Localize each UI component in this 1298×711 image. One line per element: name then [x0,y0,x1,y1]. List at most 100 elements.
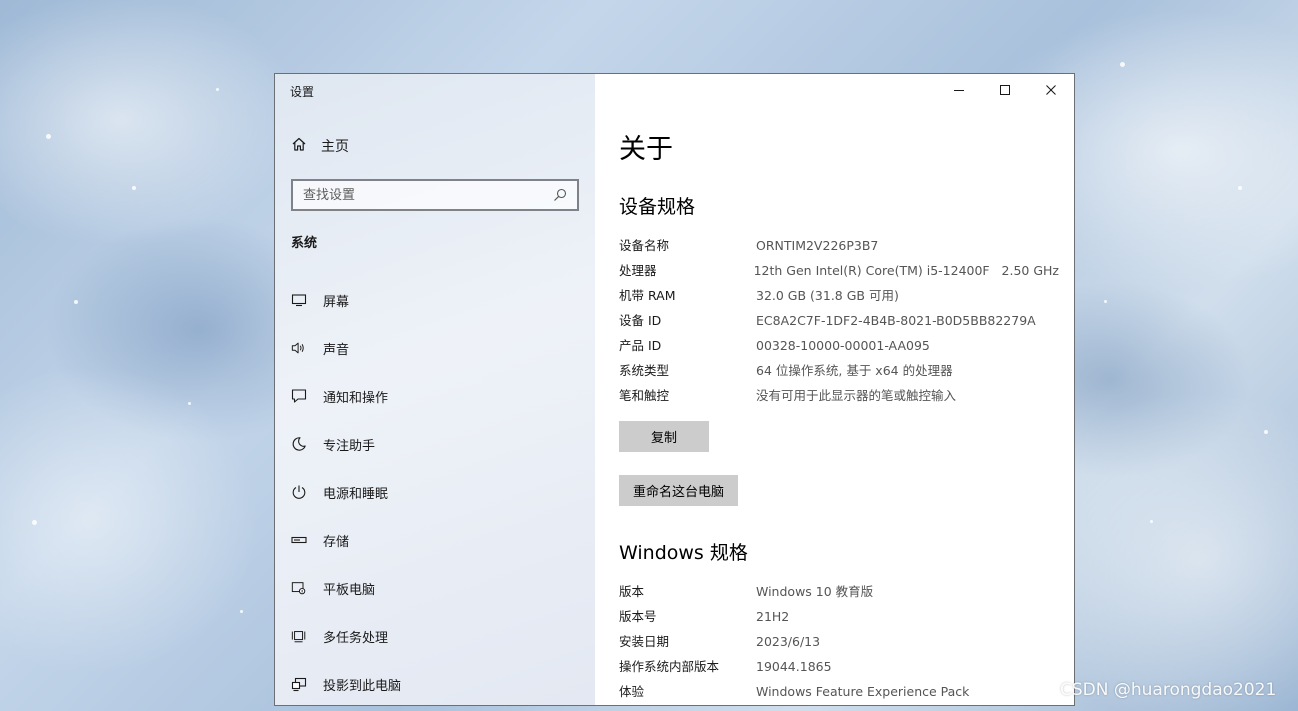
maximize-button[interactable] [982,74,1028,106]
spec-value: 12th Gen Intel(R) Core(TM) i5-12400F 2.5… [753,263,1059,278]
snowflake [32,520,37,525]
moon-icon [291,436,307,452]
sidebar-item-label: 电源和睡眠 [323,486,389,502]
sidebar-home[interactable]: 主页 [291,136,349,156]
page-title: 关于 [619,134,673,165]
sidebar-item-label: 平板电脑 [323,582,376,598]
spec-key: 安装日期 [619,634,670,649]
tablet-icon [291,580,307,596]
sidebar-item-sound[interactable]: 声音 [275,324,595,372]
spec-value: 64 位操作系统, 基于 x64 的处理器 [756,363,953,378]
rename-pc-button[interactable]: 重命名这台电脑 [619,475,739,506]
sidebar-item-label: 专注助手 [323,438,376,454]
spec-key: 系统类型 [619,363,670,378]
spec-value: 2023/6/13 [756,634,821,649]
sidebar-item-tablet[interactable]: 平板电脑 [275,564,595,612]
spec-key: 笔和触控 [619,388,670,403]
section-title: 系统 [291,236,318,251]
display-icon [291,292,307,308]
sidebar: 设置 主页 系统 屏幕 声 [275,74,595,705]
spec-value: 19044.1865 [756,659,832,674]
minimize-button[interactable] [936,74,982,106]
spec-row: 安装日期 2023/6/13 [619,629,1059,654]
spec-value: Windows Feature Experience Pack [756,684,970,699]
sidebar-item-display[interactable]: 屏幕 [275,276,595,324]
speaker-icon [291,340,307,356]
notification-icon [291,388,307,404]
spec-row: 设备 ID EC8A2C7F-1DF2-4B4B-8021-B0D5BB8227… [619,308,1059,333]
spec-value: Windows 10 教育版 [756,584,874,599]
snowflake [1120,62,1125,67]
snowflake [46,134,51,139]
caption-buttons [936,74,1074,106]
spec-value: 21H2 [756,609,790,624]
spec-value: 00328-10000-00001-AA095 [756,338,930,353]
maximize-icon [999,81,1011,100]
snowflake [132,186,136,190]
storage-icon [291,532,307,548]
spec-value: 32.0 GB (31.8 GB 可用) [756,288,899,303]
sidebar-item-power-sleep[interactable]: 电源和睡眠 [275,468,595,516]
spec-key: 设备名称 [619,238,670,253]
snowflake [188,402,191,405]
watermark: CSDN @huarongdao2021 [1060,680,1277,700]
snowflake [1238,186,1242,190]
spec-key: 体验 [619,684,645,699]
snowflake [1264,430,1268,434]
main-content: 关于 设备规格 设备名称 ORNTIM2V226P3B7 处理器 12th Ge… [595,74,1074,705]
spec-value: ORNTIM2V226P3B7 [756,238,879,253]
sidebar-item-label: 多任务处理 [323,630,389,646]
close-button[interactable] [1028,74,1074,106]
spec-row: 操作系统内部版本 19044.1865 [619,654,1059,679]
sidebar-item-notifications[interactable]: 通知和操作 [275,372,595,420]
close-icon [1045,81,1057,100]
spec-row: 系统类型 64 位操作系统, 基于 x64 的处理器 [619,358,1059,383]
spec-key: 操作系统内部版本 [619,659,720,674]
project-icon [291,676,307,692]
sidebar-item-focus-assist[interactable]: 专注助手 [275,420,595,468]
spec-value: EC8A2C7F-1DF2-4B4B-8021-B0D5BB82279A [756,313,1036,328]
spec-key: 版本号 [619,609,657,624]
spec-row: 体验 Windows Feature Experience Pack [619,679,1059,704]
copy-button[interactable]: 复制 [619,421,709,452]
spec-key: 处理器 [619,263,657,278]
sidebar-home-label: 主页 [321,139,349,155]
windows-specs-heading: Windows 规格 [619,542,748,564]
snowflake [240,610,243,613]
spec-key: 设备 ID [619,313,662,328]
spec-row: 版本号 21H2 [619,604,1059,629]
spec-row: 设备名称 ORNTIM2V226P3B7 [619,233,1059,258]
spec-row: 机带 RAM 32.0 GB (31.8 GB 可用) [619,283,1059,308]
windows-specs-table: 版本 Windows 10 教育版 版本号 21H2 安装日期 2023/6/1… [619,579,1059,704]
sidebar-item-label: 通知和操作 [323,390,389,406]
snowflake [1150,520,1153,523]
sidebar-item-storage[interactable]: 存储 [275,516,595,564]
sidebar-item-multitasking[interactable]: 多任务处理 [275,612,595,660]
snowflake [1104,300,1107,303]
power-icon [291,484,307,500]
home-icon [291,136,307,156]
snowflake [216,88,219,91]
search-box[interactable] [291,179,579,211]
spec-key: 版本 [619,584,645,599]
device-specs-heading: 设备规格 [619,196,696,218]
device-specs-table: 设备名称 ORNTIM2V226P3B7 处理器 12th Gen Intel(… [619,233,1059,408]
search-icon[interactable] [549,184,571,206]
spec-value: 没有可用于此显示器的笔或触控输入 [756,388,957,403]
snowflake [74,300,78,304]
sidebar-item-label: 屏幕 [323,294,350,310]
sidebar-item-label: 声音 [323,342,350,358]
spec-row: 处理器 12th Gen Intel(R) Core(TM) i5-12400F… [619,258,1059,283]
sidebar-item-label: 存储 [323,534,350,550]
spec-row: 笔和触控 没有可用于此显示器的笔或触控输入 [619,383,1059,408]
spec-row: 版本 Windows 10 教育版 [619,579,1059,604]
search-input[interactable] [293,181,549,209]
settings-window: 设置 主页 系统 屏幕 声 [274,73,1075,706]
window-title: 设置 [290,85,315,99]
sidebar-item-project-to-pc[interactable]: 投影到此电脑 [275,660,595,705]
multitask-icon [291,628,307,644]
spec-key: 产品 ID [619,338,662,353]
minimize-icon [953,81,965,100]
spec-row: 产品 ID 00328-10000-00001-AA095 [619,333,1059,358]
sidebar-nav: 屏幕 声音 通知和操作 专注助手 电源和睡眠 存储 平板电脑 多任务处理 投影到… [275,276,595,705]
